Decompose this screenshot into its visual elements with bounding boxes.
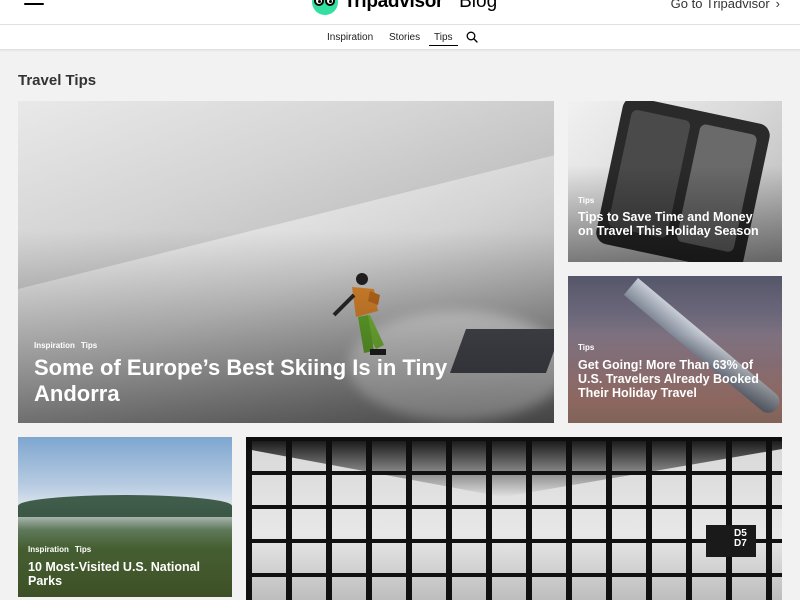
card-tags: Inspiration Tips	[28, 545, 91, 554]
tag-label[interactable]: Inspiration	[28, 545, 69, 554]
tag-label[interactable]: Tips	[578, 343, 594, 352]
logo-blog-text: Blog	[459, 0, 498, 12]
go-to-tripadvisor-label: Go to Tripadvisor	[670, 0, 770, 11]
owl-logo-icon	[312, 0, 338, 15]
article-card-holiday-tips[interactable]: Tips Tips to Save Time and Money on Trav…	[568, 101, 782, 262]
tab-inspiration[interactable]: Inspiration	[327, 32, 373, 43]
tag-label[interactable]: Tips	[578, 196, 594, 205]
card-headline[interactable]: Get Going! More Than 63% of U.S. Travele…	[578, 358, 768, 400]
tag-label[interactable]: Tips	[75, 545, 91, 554]
go-to-tripadvisor-link[interactable]: Go to Tripadvisor ›	[671, 0, 780, 11]
article-card-national-parks[interactable]: Inspiration Tips 10 Most-Visited U.S. Na…	[18, 437, 232, 597]
card-headline[interactable]: Some of Europe’s Best Skiing Is in Tiny …	[34, 355, 454, 407]
article-card-andorra-skiing[interactable]: Inspiration Tips Some of Europe’s Best S…	[18, 101, 554, 423]
gate-sign: D5 D7	[706, 525, 756, 557]
top-bar: Tripadvisor Blog Go to Tripadvisor ›	[0, 0, 800, 24]
card-tags: Tips	[578, 343, 594, 352]
tripadvisor-logo[interactable]: Tripadvisor Blog	[312, 0, 497, 16]
menu-icon[interactable]	[24, 0, 44, 10]
card-tags: Tips	[578, 196, 594, 205]
card-gradient-overlay	[568, 276, 782, 423]
card-tags: Inspiration Tips	[34, 341, 97, 350]
tag-label[interactable]: Inspiration	[34, 341, 75, 350]
article-card-holiday-travel-stat[interactable]: Tips Get Going! More Than 63% of U.S. Tr…	[568, 276, 782, 423]
section-title: Travel Tips	[18, 72, 97, 89]
sub-navigation: Inspiration Stories Tips	[0, 24, 800, 50]
article-card-airport[interactable]: D5 D7	[246, 437, 782, 600]
search-icon[interactable]	[466, 31, 478, 43]
card-headline[interactable]: Tips to Save Time and Money on Travel Th…	[578, 210, 768, 238]
tag-label[interactable]: Tips	[81, 341, 97, 350]
tab-tips[interactable]: Tips	[429, 32, 458, 46]
chevron-right-icon: ›	[775, 0, 780, 11]
card-headline[interactable]: 10 Most-Visited U.S. National Parks	[28, 560, 218, 588]
logo-text: Tripadvisor	[344, 0, 444, 12]
tab-stories[interactable]: Stories	[389, 32, 420, 43]
